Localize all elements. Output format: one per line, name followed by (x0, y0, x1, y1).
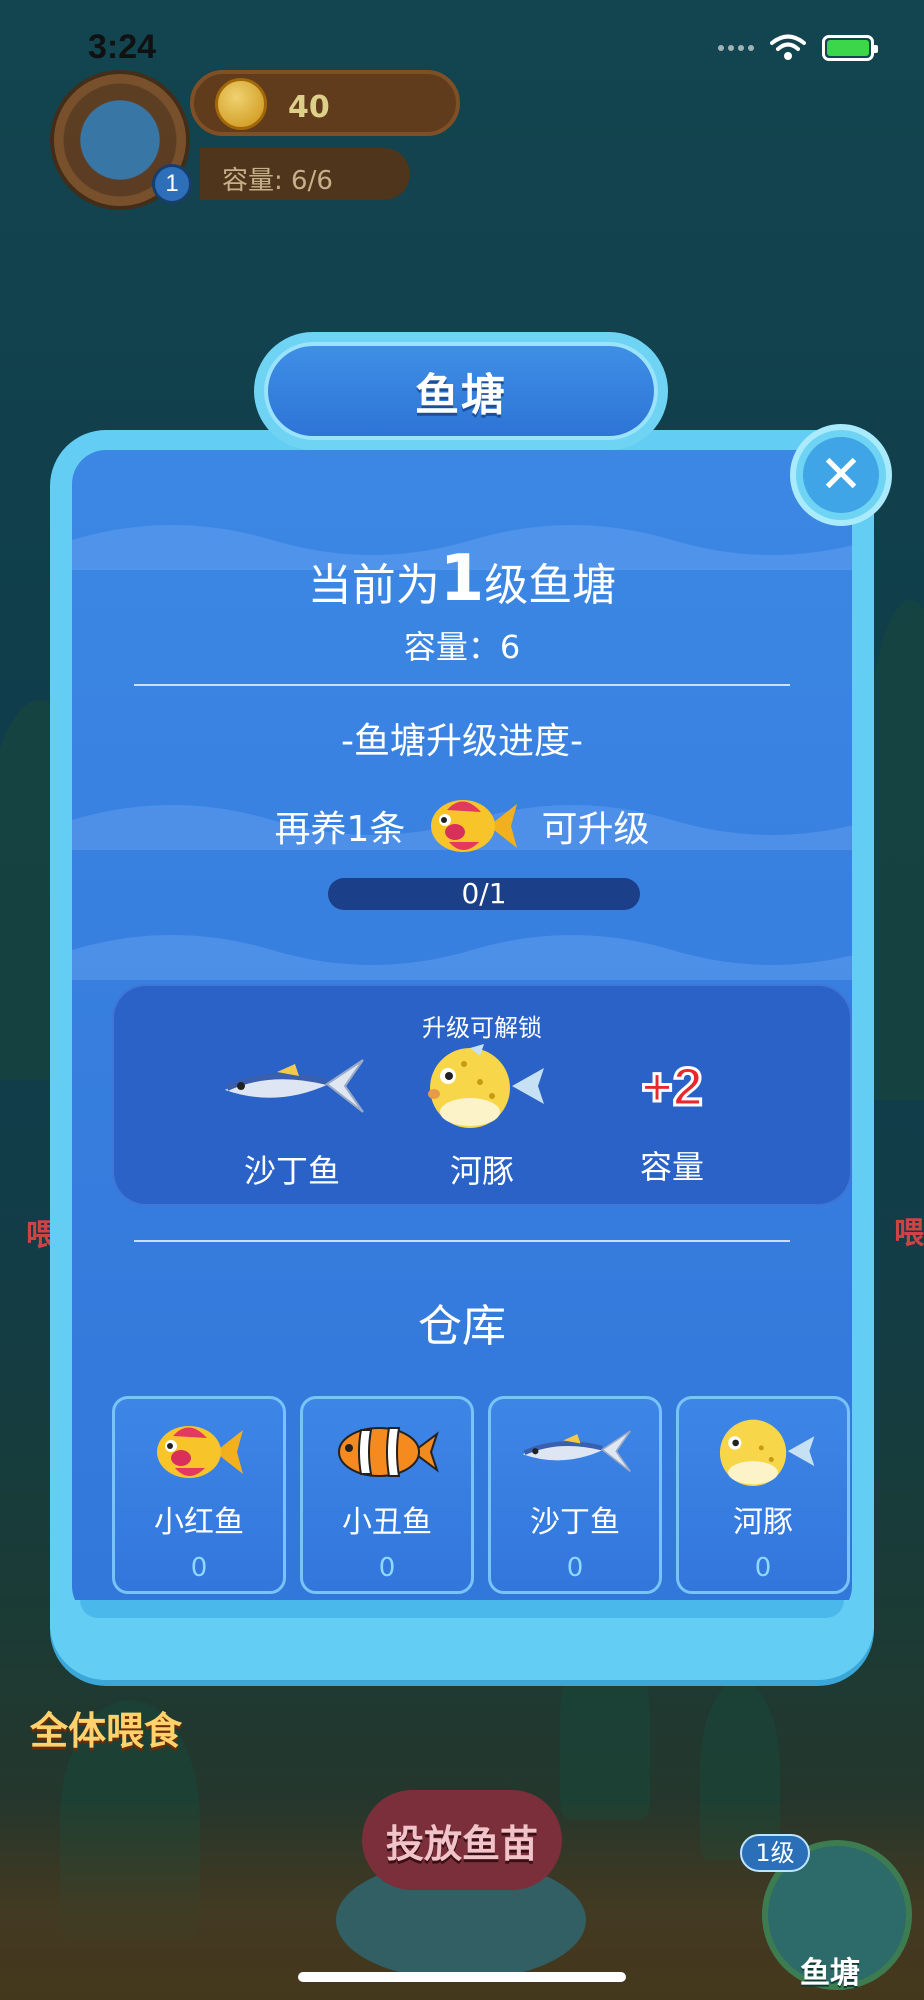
warehouse-item-name: 小丑鱼 (342, 1505, 432, 1540)
pond-capacity: 容量：6 (403, 628, 521, 666)
warehouse-item[interactable]: 小丑鱼 0 (300, 1396, 474, 1594)
divider (134, 684, 790, 686)
upgrade-progress-bar: 0/1 (328, 878, 640, 910)
pufferfish-icon (428, 1044, 544, 1128)
unlock-panel: 升级可解锁 沙丁鱼 河豚 +2 容量 (112, 984, 852, 1206)
warehouse-item[interactable]: 沙丁鱼 0 (488, 1396, 662, 1594)
wave-decoration (72, 935, 852, 980)
warehouse-item-count: 0 (566, 1553, 584, 1583)
pond-button-label: 鱼塘 (800, 1956, 860, 1991)
modal-title-tab: 鱼塘 (254, 332, 668, 450)
wifi-icon (770, 34, 806, 60)
side-feed-right-label[interactable]: 喂 (894, 1208, 924, 1252)
player-hud: 1 40 容量: 6/6 (40, 60, 470, 220)
player-level-badge: 1 (152, 164, 192, 204)
unlock-item-name: 容量 (639, 1148, 704, 1186)
close-icon: ✕ (803, 437, 879, 513)
warehouse-item-count: 0 (754, 1553, 772, 1583)
level-prefix: 当前为 (307, 560, 440, 611)
warehouse-item-name: 小红鱼 (154, 1505, 244, 1540)
coin-icon (215, 78, 267, 130)
warehouse-item[interactable]: 小红鱼 0 (112, 1396, 286, 1594)
capacity-bonus: +2 (640, 1056, 705, 1119)
warehouse-grid: 小红鱼 0 小丑鱼 0 沙丁鱼 0 河豚 0 (112, 1396, 852, 1594)
divider (134, 1240, 790, 1242)
feed-all-button[interactable]: 全体喂食 (30, 1700, 210, 1764)
red-fish-icon (431, 800, 518, 852)
pond-level-badge: 1级 (740, 1834, 810, 1872)
modal-bottom-rim (50, 1600, 874, 1680)
sardine-icon (522, 1430, 631, 1473)
close-button[interactable]: ✕ (790, 424, 892, 526)
level-suffix: 级鱼塘 (484, 560, 617, 611)
battery-icon (822, 35, 878, 61)
home-indicator[interactable] (298, 1972, 626, 1982)
red-fish-icon (157, 1426, 243, 1478)
pufferfish-icon (719, 1419, 815, 1486)
pond-modal-body: 当前为1级鱼塘 容量：6 -鱼塘升级进度- 再养1条 可升级 0/1 升级可解锁 (72, 450, 852, 1620)
side-feed-button[interactable]: 喂 (0, 1160, 56, 1280)
unlock-title: 升级可解锁 (422, 1014, 542, 1042)
warehouse-item-count: 0 (190, 1553, 208, 1583)
warehouse-title: 仓库 (418, 1301, 506, 1352)
unlock-item-name: 沙丁鱼 (243, 1152, 340, 1190)
signal-icon (718, 45, 754, 51)
upgrade-requirement: 再养1条 可升级 (72, 790, 852, 862)
status-icons (718, 34, 878, 62)
clownfish-icon (338, 1427, 439, 1477)
pond-modal: 当前为1级鱼塘 容量：6 -鱼塘升级进度- 再养1条 可升级 0/1 升级可解锁 (50, 430, 874, 1680)
unlock-item-capacity: +2 容量 (572, 1042, 772, 1188)
unlock-item-pufferfish: 河豚 (382, 1042, 582, 1192)
upgrade-progress-text: 0/1 (461, 878, 507, 910)
release-fry-button[interactable]: 投放鱼苗 (362, 1790, 562, 1890)
upgrade-progress-title: -鱼塘升级进度- (341, 721, 583, 762)
capacity-text: 容量: 6/6 (222, 166, 333, 196)
level-number: 1 (439, 542, 485, 616)
release-fry-label: 投放鱼苗 (385, 1821, 538, 1866)
warehouse-item[interactable]: 河豚 0 (676, 1396, 850, 1594)
coin-count: 40 (288, 90, 330, 125)
pond-level-line: 当前为1级鱼塘 (72, 542, 852, 616)
warehouse-item-name: 沙丁鱼 (530, 1505, 620, 1540)
raise-suffix: 可升级 (541, 809, 650, 850)
warehouse-item-count: 0 (378, 1553, 396, 1583)
unlock-item-name: 河豚 (449, 1152, 514, 1190)
modal-title: 鱼塘 (415, 370, 507, 421)
unlock-item-sardine: 沙丁鱼 (192, 1042, 392, 1192)
warehouse-item-name: 河豚 (733, 1505, 793, 1540)
sardine-icon (225, 1059, 364, 1113)
raise-prefix: 再养1条 (274, 809, 406, 850)
